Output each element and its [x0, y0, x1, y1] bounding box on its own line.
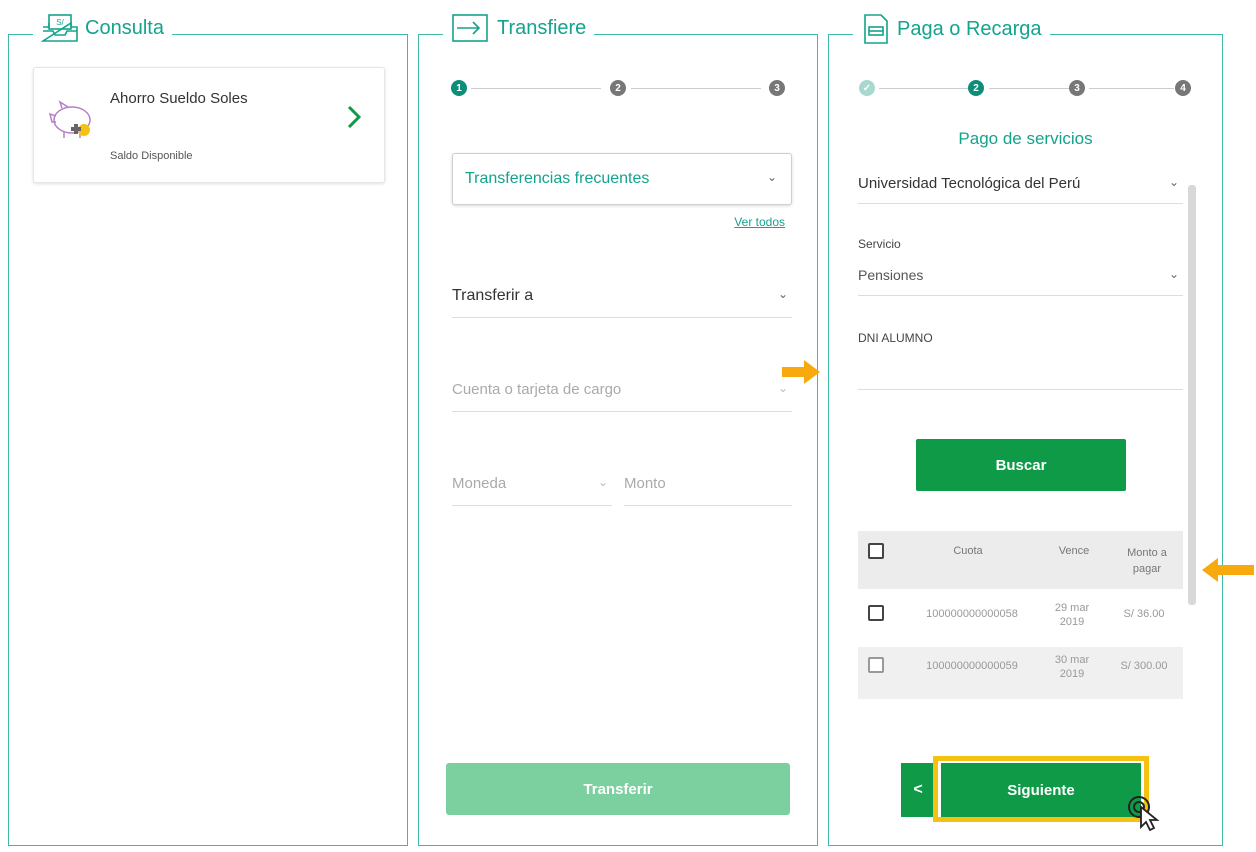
svg-text:S/: S/ — [56, 18, 64, 27]
chevron-down-icon: ⌄ — [597, 475, 608, 489]
buscar-button[interactable]: Buscar — [916, 439, 1126, 491]
stepper-line — [879, 88, 969, 89]
consulta-header: S/ Consulta — [33, 13, 172, 43]
select-all-checkbox[interactable] — [868, 543, 884, 559]
stepper-line — [631, 88, 761, 89]
transferir-a-label: Transferir a — [452, 287, 534, 304]
transfiere-title: Transfiere — [497, 16, 587, 39]
servicio-label: Servicio — [858, 237, 901, 251]
transfiere-panel: Transfiere 1 2 3 Transferencias frecuent… — [418, 13, 818, 846]
row-cuota: 100000000000059 — [926, 660, 1018, 672]
frequent-transfers-label: Transferencias frecuentes — [465, 170, 650, 187]
step-1: 1 — [451, 80, 467, 96]
th-monto: Monto a pagar — [1127, 547, 1167, 575]
servicio-value: Pensiones — [858, 267, 924, 283]
row-monto: S/ 36.00 — [1123, 608, 1165, 620]
transfiere-header: Transfiere — [443, 13, 595, 43]
step-2: 2 — [968, 80, 984, 96]
stepper-line — [989, 88, 1069, 89]
step-3: 3 — [1069, 80, 1085, 96]
arrow-right-icon — [782, 358, 822, 391]
row-checkbox[interactable] — [868, 605, 884, 621]
table-row[interactable]: 100000000000058 29 mar 2019 S/ 36.00 — [858, 597, 1183, 649]
stepper-line — [1089, 88, 1174, 89]
scrollbar[interactable] — [1188, 185, 1196, 605]
piggy-bank-icon — [48, 98, 100, 149]
pago-servicios-title: Pago de servicios — [958, 129, 1093, 148]
chevron-down-icon: ⌄ — [1168, 175, 1179, 189]
paga-header: Paga o Recarga — [853, 13, 1050, 45]
moneda-placeholder: Moneda — [452, 475, 507, 492]
step-2: 2 — [610, 80, 626, 96]
cursor-pointer-icon — [1127, 795, 1163, 836]
highlight-box — [933, 756, 1149, 822]
moneda-select[interactable]: Moneda ⌄ — [452, 475, 612, 506]
transfer-icon — [451, 13, 491, 43]
row-monto: S/ 300.00 — [1120, 660, 1168, 672]
step-1-done: ✓ — [859, 80, 875, 96]
company-select[interactable]: Universidad Tecnológica del Perú ⌄ — [858, 175, 1183, 204]
row-checkbox[interactable] — [868, 657, 884, 673]
company-value: Universidad Tecnológica del Perú — [858, 175, 1081, 192]
consulta-title: Consulta — [85, 16, 164, 39]
row-vence: 30 mar 2019 — [1054, 654, 1090, 680]
row-vence: 29 mar 2019 — [1054, 602, 1090, 628]
inbox-money-icon: S/ — [41, 13, 79, 43]
chevron-down-icon: ⌄ — [1168, 267, 1179, 281]
saldo-label: Saldo Disponible — [110, 150, 193, 162]
consulta-panel: S/ Consulta Ahorro Sueldo Soles Saldo Di… — [8, 13, 408, 846]
cuenta-cargo-select[interactable]: Cuenta o tarjeta de cargo ⌄ — [452, 381, 792, 412]
chevron-down-icon: ⌄ — [777, 287, 788, 301]
th-cuota: Cuota — [953, 545, 983, 557]
row-cuota: 100000000000058 — [926, 608, 1018, 620]
step-4: 4 — [1175, 80, 1191, 96]
table-header: Cuota Vence Monto a pagar — [858, 531, 1183, 589]
chevron-right-icon[interactable] — [346, 104, 362, 135]
step-3: 3 — [769, 80, 785, 96]
dni-alumno-input[interactable] — [858, 361, 1183, 390]
transferir-a-select[interactable]: Transferir a ⌄ — [452, 287, 792, 318]
dni-alumno-label: DNI ALUMNO — [858, 331, 933, 345]
stepper-line — [471, 88, 601, 89]
transferir-button[interactable]: Transferir — [446, 763, 790, 815]
receipt-icon — [861, 13, 891, 45]
account-card[interactable]: Ahorro Sueldo Soles Saldo Disponible — [33, 67, 385, 183]
servicio-select[interactable]: Pensiones ⌄ — [858, 267, 1183, 296]
ver-todos-link[interactable]: Ver todos — [734, 215, 785, 229]
monto-input[interactable]: Monto — [624, 475, 792, 506]
cuenta-cargo-placeholder: Cuenta o tarjeta de cargo — [452, 381, 622, 398]
th-vence: Vence — [1058, 545, 1090, 557]
monto-placeholder: Monto — [624, 475, 666, 492]
arrow-left-icon — [1200, 556, 1254, 589]
frequent-transfers-select[interactable]: Transferencias frecuentes ⌄ — [452, 153, 792, 205]
chevron-down-icon: ⌄ — [766, 170, 777, 184]
table-row[interactable]: 100000000000059 30 mar 2019 S/ 300.00 — [858, 647, 1183, 699]
paga-title: Paga o Recarga — [897, 17, 1042, 40]
back-button[interactable]: < — [901, 763, 935, 817]
paga-panel: Paga o Recarga ✓ 2 3 4 Pago de servicios… — [828, 13, 1223, 846]
account-name: Ahorro Sueldo Soles — [110, 90, 248, 107]
